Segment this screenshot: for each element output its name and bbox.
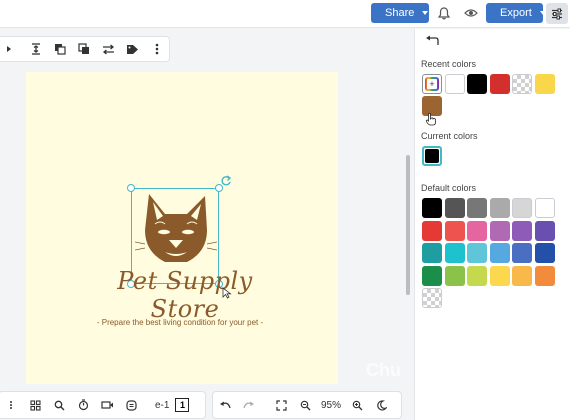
video-icon[interactable] <box>95 394 119 416</box>
watermark: Chu <box>366 360 401 380</box>
zoom-level[interactable]: 95% <box>317 400 345 411</box>
view-tools-group: e-1 1 <box>0 391 206 419</box>
default-color-swatch[interactable] <box>422 198 442 218</box>
chevron-down-icon <box>539 11 546 15</box>
default-color-swatch[interactable] <box>512 220 532 241</box>
redo-icon[interactable] <box>237 394 261 416</box>
default-color-swatch[interactable] <box>444 198 465 218</box>
more-icon[interactable] <box>145 37 169 61</box>
resize-handle[interactable] <box>127 184 135 192</box>
recent-color-swatch[interactable] <box>489 74 510 94</box>
default-color-swatch[interactable] <box>534 220 555 241</box>
default-color-swatch[interactable] <box>444 243 465 263</box>
tag-icon[interactable] <box>121 37 145 61</box>
distribute-icon[interactable] <box>24 37 48 61</box>
plus-icon: + <box>425 77 439 91</box>
recent-color-swatch[interactable] <box>444 74 465 94</box>
default-color-swatch[interactable] <box>422 220 442 241</box>
default-color-swatch[interactable] <box>534 198 555 218</box>
align-icon[interactable] <box>0 37 24 61</box>
bell-icon[interactable] <box>436 5 452 21</box>
floating-toolbar <box>0 36 170 62</box>
share-label: Share <box>385 7 415 19</box>
vertical-scrollbar[interactable] <box>406 155 410 295</box>
eye-icon[interactable] <box>463 5 479 21</box>
hand-cursor-icon <box>425 112 436 126</box>
back-icon[interactable] <box>425 35 439 47</box>
export-button[interactable]: Export <box>486 3 546 23</box>
undo-icon[interactable] <box>213 394 237 416</box>
default-color-swatch[interactable] <box>467 243 487 263</box>
default-color-swatch[interactable] <box>422 265 442 286</box>
recent-color-swatch[interactable] <box>534 74 555 94</box>
zoom-out-icon[interactable] <box>293 394 317 416</box>
default-color-swatch[interactable] <box>512 265 532 286</box>
comment-icon[interactable] <box>119 394 143 416</box>
share-button[interactable]: Share <box>371 3 429 23</box>
current-colors-title: Current colors <box>421 131 478 141</box>
default-color-swatch[interactable] <box>489 198 510 218</box>
current-color-fill <box>425 149 439 163</box>
add-color-button[interactable]: + <box>422 74 442 94</box>
default-color-swatch[interactable] <box>467 220 487 241</box>
bottom-bar: e-1 1 95% <box>0 390 414 420</box>
fit-screen-icon[interactable] <box>269 394 293 416</box>
default-color-swatch[interactable] <box>512 198 532 218</box>
default-color-swatch[interactable] <box>444 220 465 241</box>
default-color-swatch[interactable] <box>467 265 487 286</box>
timer-icon[interactable] <box>71 394 95 416</box>
default-color-swatch[interactable] <box>422 288 442 308</box>
grid-icon[interactable] <box>23 394 47 416</box>
logo-title[interactable]: Pet Supply Store <box>90 267 280 323</box>
default-color-swatch[interactable] <box>467 198 487 218</box>
rotate-handle-icon[interactable] <box>220 175 232 187</box>
color-panel: Recent colors + Current colors Default c… <box>414 29 570 420</box>
sliders-icon[interactable] <box>546 3 568 24</box>
export-label: Export <box>500 7 532 19</box>
flip-icon[interactable] <box>97 37 121 61</box>
zoom-tools-group: 95% <box>212 391 402 419</box>
default-colors-title: Default colors <box>421 183 477 193</box>
zoom-in-icon[interactable] <box>345 394 369 416</box>
cursor-icon <box>222 287 232 299</box>
search-icon[interactable] <box>47 394 71 416</box>
page-label[interactable]: e-1 <box>155 400 169 411</box>
bring-forward-icon[interactable] <box>48 37 72 61</box>
dark-mode-icon[interactable] <box>369 394 393 416</box>
recent-colors-title: Recent colors <box>421 59 477 69</box>
list-icon[interactable] <box>0 394 23 416</box>
logo-subtitle[interactable]: - Prepare the best living condition for … <box>60 318 300 327</box>
default-color-swatch[interactable] <box>512 243 532 263</box>
group-icon[interactable] <box>72 37 96 61</box>
default-color-swatch[interactable] <box>444 265 465 286</box>
top-bar: Share Export <box>0 0 570 28</box>
recent-color-swatch[interactable] <box>512 74 532 94</box>
default-color-swatch[interactable] <box>489 220 510 241</box>
page-number[interactable]: 1 <box>175 398 190 412</box>
default-color-swatch[interactable] <box>534 243 555 263</box>
recent-color-swatch[interactable] <box>467 74 487 94</box>
default-color-swatch[interactable] <box>534 265 555 286</box>
chevron-down-icon <box>422 11 429 15</box>
default-color-swatch[interactable] <box>422 243 442 263</box>
current-color-swatch[interactable] <box>422 146 442 166</box>
default-color-swatch[interactable] <box>489 243 510 263</box>
default-color-swatch[interactable] <box>489 265 510 286</box>
